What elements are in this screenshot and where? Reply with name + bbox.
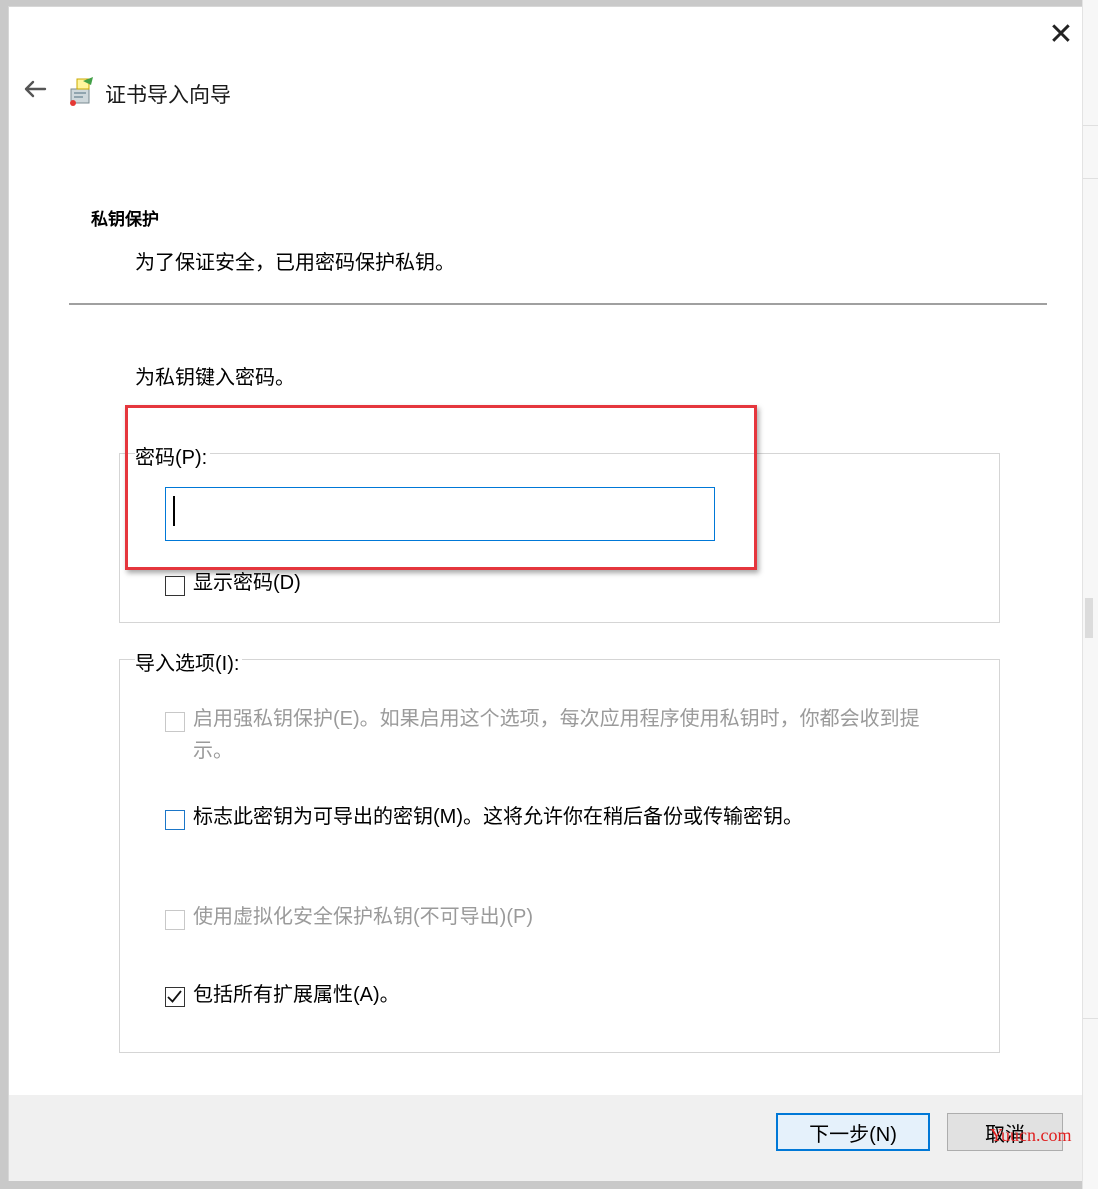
wizard-footer: 下一步(N) 取消 (9, 1095, 1087, 1181)
strong-protection-checkbox[interactable] (165, 712, 185, 732)
extended-properties-checkbox[interactable] (165, 987, 185, 1007)
import-options-label: 导入选项(I): (135, 647, 243, 676)
certificate-import-wizard-window: ✕ 证书导入向导 私钥保护 为了保证安全，已用密码保护私钥。 为私钥键入密码。 … (8, 6, 1088, 1181)
vbs-protection-label: 使用虚拟化安全保护私钥(不可导出)(P) (193, 906, 533, 928)
extended-properties-label[interactable]: 包括所有扩展属性(A)。 (193, 979, 400, 1011)
background-scrollbar-thumb (1085, 598, 1093, 638)
exportable-key-label[interactable]: 标志此密钥为可导出的密钥(M)。这将允许你在稍后备份或传输密钥。 (193, 801, 803, 833)
back-button[interactable] (17, 71, 53, 107)
certificate-wizard-icon (70, 77, 93, 106)
back-arrow-icon (24, 80, 47, 98)
section-description: 为了保证安全，已用密码保护私钥。 (135, 252, 455, 274)
background-window-edge (1082, 0, 1098, 1189)
red-highlight-box (125, 405, 757, 570)
header-divider (69, 303, 1047, 305)
close-button[interactable]: ✕ (1039, 15, 1083, 53)
exportable-key-checkbox[interactable] (165, 810, 185, 830)
show-password-label[interactable]: 显示密码(D) (193, 567, 301, 599)
close-icon: ✕ (1048, 17, 1074, 51)
section-title: 私钥保护 (91, 210, 159, 229)
checkmark-icon (167, 990, 182, 1003)
strong-protection-label: 启用强私钥保护(E)。如果启用这个选项，每次应用程序使用私钥时，你都会收到提 (193, 708, 920, 730)
password-prompt: 为私钥键入密码。 (135, 367, 295, 389)
watermark-text: Yuucn.com (990, 1125, 1072, 1145)
strong-protection-label-cont: 示。 (193, 740, 233, 762)
vbs-protection-checkbox[interactable] (165, 910, 185, 930)
show-password-checkbox[interactable] (165, 576, 185, 596)
next-button[interactable]: 下一步(N) (776, 1113, 930, 1151)
wizard-title: 证书导入向导 (105, 84, 231, 107)
